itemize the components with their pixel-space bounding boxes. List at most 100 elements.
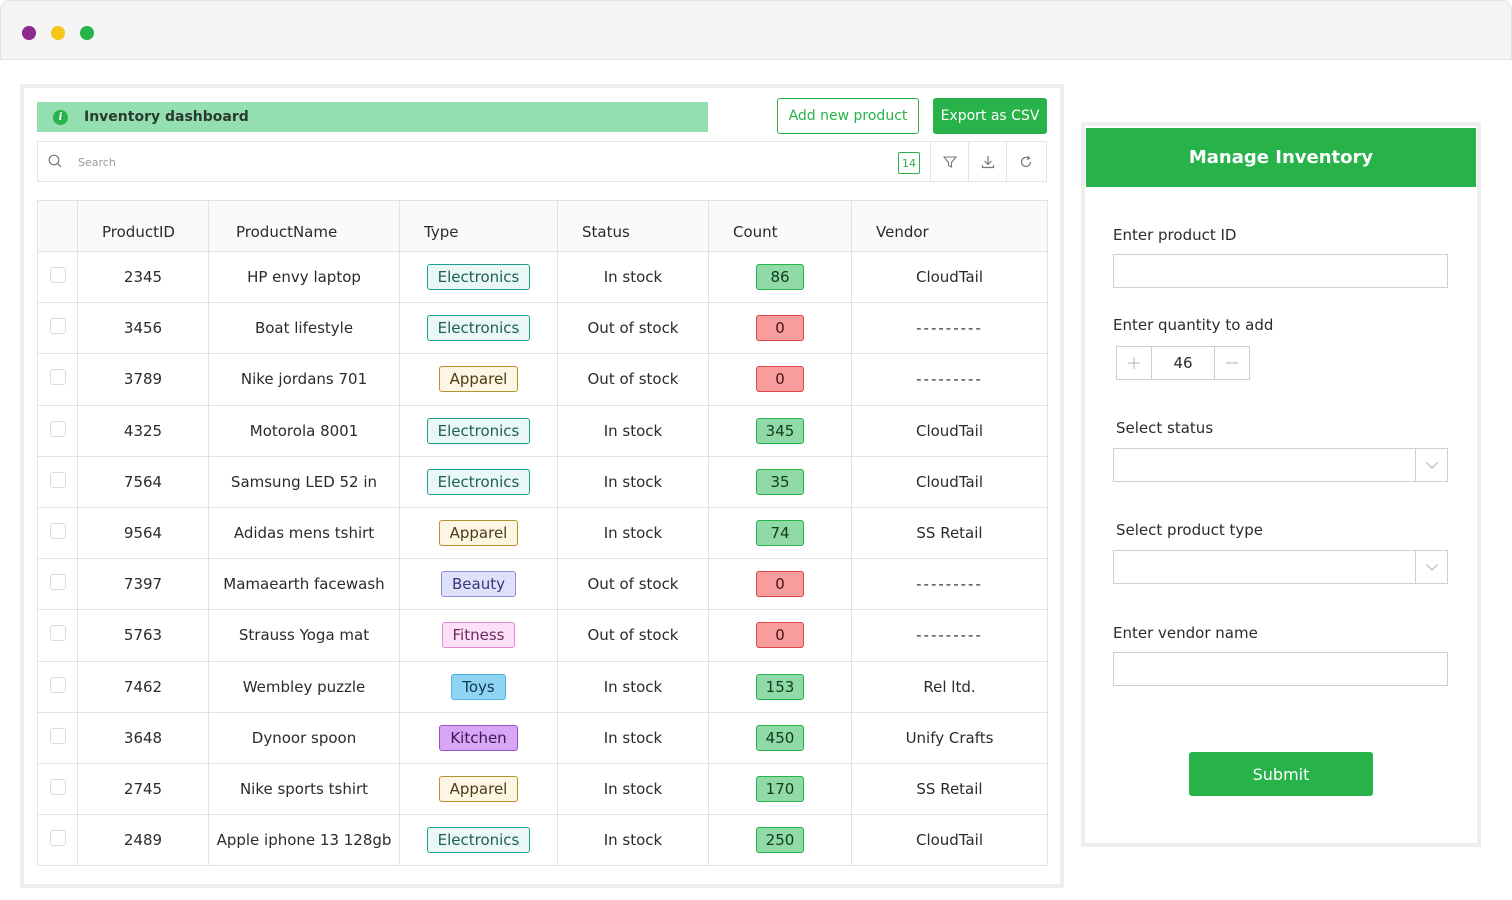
status-dropdown-toggle[interactable] (1415, 449, 1447, 481)
row-checkbox[interactable] (49, 727, 66, 744)
column-header-productname[interactable]: ProductName (208, 200, 400, 252)
product-id-cell: 3456 (77, 302, 209, 355)
chevron-down-icon (1425, 564, 1438, 571)
search-input[interactable] (78, 150, 678, 174)
table-row[interactable]: 7564 Samsung LED 52 in Electronics In stock… (37, 455, 1048, 508)
close-window-dot[interactable] (22, 26, 36, 40)
vendor-name: CloudTail (915, 421, 984, 440)
product-id-cell: 7462 (77, 660, 209, 713)
count-badge: 0 (756, 622, 804, 649)
table-row[interactable]: 3456 Boat lifestyle Electronics Out of stoc… (37, 302, 1048, 355)
row-checkbox[interactable] (49, 318, 66, 335)
vendor-name-input[interactable] (1113, 652, 1448, 686)
count-badge: 86 (756, 264, 804, 291)
product-type-dropdown-toggle[interactable] (1415, 551, 1447, 583)
product-name-cell: Adidas mens tshirt (208, 506, 400, 560)
row-checkbox-cell (37, 506, 78, 560)
row-checkbox[interactable] (49, 778, 66, 795)
vendor-cell: Rel ltd. (851, 660, 1048, 713)
export-csv-button[interactable]: Export as CSV (933, 98, 1047, 134)
row-checkbox[interactable] (49, 267, 66, 284)
row-checkbox-cell (37, 353, 78, 406)
submit-button[interactable]: Submit (1189, 752, 1373, 796)
type-cell: Apparel (399, 353, 558, 406)
column-header-type[interactable]: Type (399, 200, 558, 252)
status-cell: Out of stock (557, 302, 709, 355)
product-name-cell: Nike jordans 701 (208, 353, 400, 406)
table-row[interactable]: 2745 Nike sports tshirt Apparel In stock 170… (37, 762, 1048, 816)
add-new-product-button[interactable]: Add new product (777, 98, 919, 134)
table-header-row: ProductID ProductName Type Status Count … (37, 200, 1048, 252)
type-cell: Apparel (399, 762, 558, 816)
refresh-icon (1020, 155, 1031, 167)
filter-button[interactable] (930, 142, 968, 181)
row-checkbox-cell (37, 302, 78, 355)
table-row[interactable]: 3789 Nike jordans 701 Apparel Out of stock 0… (37, 353, 1048, 406)
type-tag: Beauty (441, 571, 516, 598)
row-checkbox[interactable] (49, 830, 66, 847)
product-name-cell: HP envy laptop (208, 250, 400, 304)
vendor-cell: --------- (851, 353, 1048, 406)
table-row[interactable]: 2345 HP envy laptop Electronics In stock 86 C… (37, 250, 1048, 304)
status-select[interactable] (1113, 448, 1448, 482)
quantity-stepper: 46 (1116, 346, 1250, 380)
manage-inventory-title: Manage Inventory (1086, 128, 1476, 187)
quantity-value[interactable]: 46 (1151, 347, 1215, 379)
count-cell: 35 (708, 455, 852, 508)
table-row[interactable]: 5763 Strauss Yoga mat Fitness Out of stock 0… (37, 609, 1048, 662)
count-badge: 74 (756, 520, 804, 547)
product-id-input[interactable] (1113, 254, 1448, 288)
vendor-cell: CloudTail (851, 404, 1048, 457)
table-row[interactable]: 3648 Dynoor spoon Kitchen In stock 450 Unify … (37, 711, 1048, 764)
product-id-cell: 3789 (77, 353, 209, 406)
table-row[interactable]: 7462 Wembley puzzle Toys In stock 153 Rel ltd… (37, 660, 1048, 713)
download-button[interactable] (968, 142, 1006, 181)
count-badge: 250 (756, 827, 804, 854)
refresh-button[interactable] (1006, 142, 1044, 181)
type-cell: Kitchen (399, 711, 558, 764)
product-type-select[interactable] (1113, 550, 1448, 584)
maximize-window-dot[interactable] (80, 26, 94, 40)
count-badge: 170 (756, 775, 804, 802)
minimize-window-dot[interactable] (51, 26, 65, 40)
row-checkbox[interactable] (49, 523, 66, 540)
vendor-cell: CloudTail (851, 455, 1048, 508)
count-cell: 0 (708, 609, 852, 662)
row-checkbox[interactable] (49, 676, 66, 693)
count-cell: 74 (708, 506, 852, 560)
product-name-cell: Boat lifestyle (208, 302, 400, 355)
table-row[interactable]: 2489 Apple iphone 13 128gb Electronics In s… (37, 814, 1048, 867)
product-name-cell: Apple iphone 13 128gb (208, 814, 400, 867)
product-name-cell: Mamaearth facewash (208, 558, 400, 611)
vendor-name: SS Retail (916, 524, 983, 543)
type-tag: Apparel (438, 775, 519, 802)
dashboard-banner: i Inventory dashboard (37, 102, 708, 132)
column-header-vendor[interactable]: Vendor (851, 200, 1048, 252)
row-checkbox-cell (37, 711, 78, 764)
row-checkbox-cell (37, 762, 78, 816)
row-checkbox[interactable] (49, 625, 66, 642)
row-checkbox[interactable] (49, 471, 66, 488)
increment-button[interactable] (1117, 347, 1151, 379)
column-header-status[interactable]: Status (557, 200, 709, 252)
decrement-button[interactable] (1215, 347, 1249, 379)
product-id-cell: 2745 (77, 762, 209, 816)
column-header-productid[interactable]: ProductID (77, 200, 209, 252)
row-checkbox[interactable] (49, 369, 66, 386)
type-tag: Electronics (426, 827, 531, 854)
row-checkbox-cell (37, 609, 78, 662)
count-badge: 153 (756, 673, 804, 700)
status-cell: Out of stock (557, 353, 709, 406)
type-cell: Electronics (399, 455, 558, 508)
count-cell: 170 (708, 762, 852, 816)
status-cell: Out of stock (557, 558, 709, 611)
count-badge: 0 (756, 571, 804, 598)
column-header-count[interactable]: Count (708, 200, 852, 252)
table-row[interactable]: 7397 Mamaearth facewash Beauty Out of stock… (37, 558, 1048, 611)
table-row[interactable]: 4325 Motorola 8001 Electronics In stock 345 C… (37, 404, 1048, 457)
info-icon: i (53, 109, 68, 125)
table-row[interactable]: 9564 Adidas mens tshirt Apparel In stock 74 S… (37, 506, 1048, 560)
row-checkbox[interactable] (49, 420, 66, 437)
status-cell: In stock (557, 711, 709, 764)
row-checkbox[interactable] (49, 574, 66, 591)
